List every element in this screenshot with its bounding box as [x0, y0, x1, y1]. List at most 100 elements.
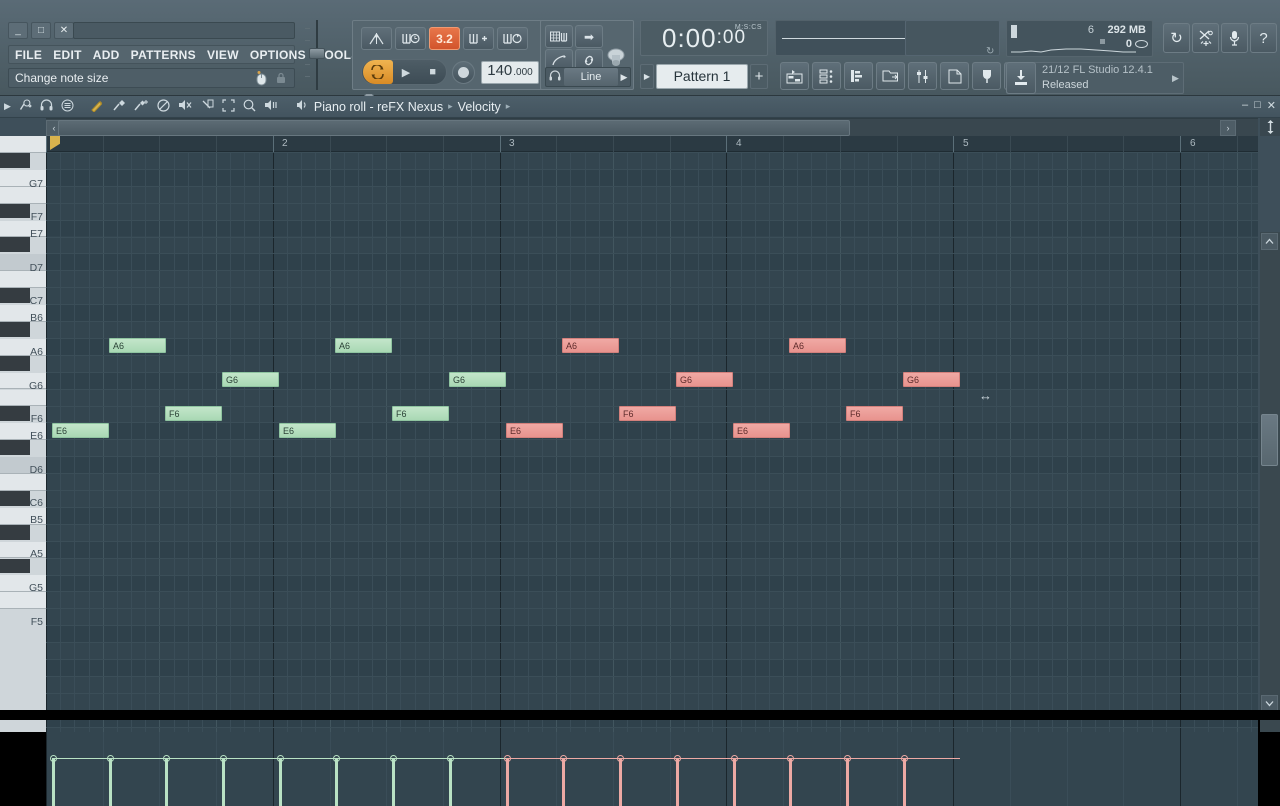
- velocity-stem[interactable]: [619, 758, 622, 806]
- piano-roll-subtitle[interactable]: Velocity: [458, 100, 501, 114]
- note-block[interactable]: F6: [165, 406, 222, 421]
- piano-key-A5[interactable]: [0, 507, 46, 525]
- step-add-icon[interactable]: [463, 27, 494, 50]
- velocity-stem[interactable]: [733, 758, 736, 806]
- velocity-stem[interactable]: [506, 758, 509, 806]
- play-button[interactable]: ▶: [393, 60, 420, 84]
- note-block[interactable]: F6: [619, 406, 676, 421]
- undo-icon[interactable]: ↻: [1163, 23, 1190, 53]
- step-sequencer-icon[interactable]: [812, 62, 841, 90]
- draw-mode-selector[interactable]: Line ▶: [545, 67, 631, 87]
- piano-key-E5[interactable]: [0, 592, 46, 610]
- tools-wrench-icon[interactable]: [19, 98, 32, 115]
- velocity-stem[interactable]: [846, 758, 849, 806]
- vertical-scrollbar[interactable]: [1260, 232, 1280, 732]
- pr-close-button[interactable]: ✕: [1267, 99, 1276, 112]
- refresh-icon[interactable]: ↻: [986, 46, 994, 57]
- metronome-icon[interactable]: [361, 27, 392, 50]
- piano-key-D7[interactable]: [0, 220, 46, 238]
- menu-item-file[interactable]: FILE: [15, 48, 42, 62]
- paint-add-icon[interactable]: [134, 99, 149, 115]
- plugin-power-icon[interactable]: [972, 62, 1001, 90]
- piano-key-Cs6[interactable]: [0, 440, 30, 456]
- piano-key-Fs7[interactable]: [0, 152, 30, 168]
- piano-key-Ds7[interactable]: [0, 203, 30, 219]
- note-block[interactable]: A6: [335, 338, 392, 353]
- note-block[interactable]: A6: [109, 338, 166, 353]
- velocity-stem[interactable]: [52, 758, 55, 806]
- delete-icon[interactable]: [157, 98, 170, 115]
- scroll-up-button[interactable]: [1261, 233, 1278, 250]
- chevron-right-icon[interactable]: ▶: [618, 72, 630, 83]
- note-block[interactable]: F6: [392, 406, 449, 421]
- vertical-zoom-handle[interactable]: [1260, 118, 1280, 136]
- news-arrow-icon[interactable]: ▶: [1172, 73, 1272, 84]
- download-icon[interactable]: [1006, 62, 1036, 94]
- browser-icon[interactable]: [876, 62, 905, 90]
- tempo-display[interactable]: 140 .000: [481, 61, 539, 84]
- pencil-icon[interactable]: [90, 99, 104, 115]
- scroll-right-button[interactable]: ›: [1220, 120, 1236, 136]
- note-block[interactable]: E6: [52, 423, 109, 438]
- velocity-stem[interactable]: [676, 758, 679, 806]
- menu-item-options[interactable]: OPTIONS: [250, 48, 306, 62]
- piano-key-F6[interactable]: [0, 372, 46, 390]
- piano-key-Gs6[interactable]: [0, 321, 30, 337]
- mute-icon[interactable]: [178, 99, 193, 114]
- piano-key-Fs6[interactable]: [0, 355, 30, 371]
- help-icon[interactable]: ?: [1250, 23, 1277, 53]
- horizontal-scrollbar[interactable]: ‹ ›: [46, 118, 1258, 136]
- note-block[interactable]: E6: [279, 423, 336, 438]
- master-volume-fader[interactable]: [305, 20, 329, 90]
- loop-toggle-button[interactable]: [363, 60, 393, 84]
- pattern-name[interactable]: Pattern 1: [656, 63, 748, 89]
- velocity-editor[interactable]: [46, 732, 1258, 806]
- note-block[interactable]: E6: [733, 423, 790, 438]
- menu-item-view[interactable]: VIEW: [207, 48, 239, 62]
- close-button[interactable]: ✕: [54, 22, 74, 39]
- piano-key-E7[interactable]: [0, 186, 46, 204]
- piano-key-A6[interactable]: [0, 305, 46, 322]
- menu-item-edit[interactable]: EDIT: [53, 48, 82, 62]
- piano-keyboard[interactable]: G7 F7 E7 D7 C7 B6 A6 G6 F6 E6 D6 C6 B5 A5 G5 F5: [0, 136, 46, 732]
- piano-key-Fs5[interactable]: [0, 558, 30, 574]
- note-block[interactable]: G6: [222, 372, 279, 387]
- piano-key-As5[interactable]: [0, 490, 30, 506]
- piano-roll-icon[interactable]: [844, 62, 873, 90]
- note-block[interactable]: E6: [506, 423, 563, 438]
- title-field[interactable]: [73, 22, 295, 39]
- playback-icon[interactable]: [264, 99, 278, 114]
- velocity-stem[interactable]: [392, 758, 395, 806]
- note-block[interactable]: A6: [562, 338, 619, 353]
- piano-key-F7[interactable]: [0, 169, 46, 187]
- piano-key-C7[interactable]: [0, 254, 46, 272]
- playlist-icon[interactable]: [780, 62, 809, 90]
- menu-arrow-icon[interactable]: ▶: [4, 101, 11, 112]
- piano-key-Cs7[interactable]: [0, 237, 30, 253]
- maximize-button[interactable]: □: [31, 22, 51, 39]
- piano-key-D6[interactable]: [0, 423, 46, 441]
- piano-key-F5[interactable]: [0, 575, 46, 593]
- piano-key-Ds6[interactable]: [0, 406, 30, 422]
- record-button[interactable]: [452, 61, 475, 84]
- pr-minimize-button[interactable]: –: [1242, 99, 1248, 112]
- arrow-right-icon[interactable]: ➡: [575, 25, 603, 48]
- piano-key-B6[interactable]: [0, 271, 46, 289]
- wait-for-input-icon[interactable]: [395, 27, 426, 50]
- vertical-scroll-thumb[interactable]: [1261, 414, 1278, 466]
- piano-key-Gs5[interactable]: [0, 524, 30, 540]
- piano-key-G7[interactable]: [0, 136, 46, 153]
- time-display[interactable]: 0:00:00 M:S:CS: [640, 20, 768, 56]
- pattern-position-display[interactable]: 3.2: [429, 27, 460, 50]
- note-block[interactable]: G6: [903, 372, 960, 387]
- microphone-icon[interactable]: [1221, 23, 1248, 53]
- note-block[interactable]: G6: [449, 372, 506, 387]
- headphone-icon[interactable]: [40, 99, 53, 114]
- velocity-stem[interactable]: [449, 758, 452, 806]
- pattern-add-button[interactable]: +: [750, 63, 768, 89]
- piano-key-G5[interactable]: [0, 541, 46, 559]
- timeline-ruler[interactable]: 2 3 4 5 6: [46, 136, 1258, 152]
- paint-icon[interactable]: [112, 99, 126, 115]
- piano-key-G6[interactable]: [0, 338, 46, 356]
- piano-key-B5[interactable]: [0, 474, 46, 491]
